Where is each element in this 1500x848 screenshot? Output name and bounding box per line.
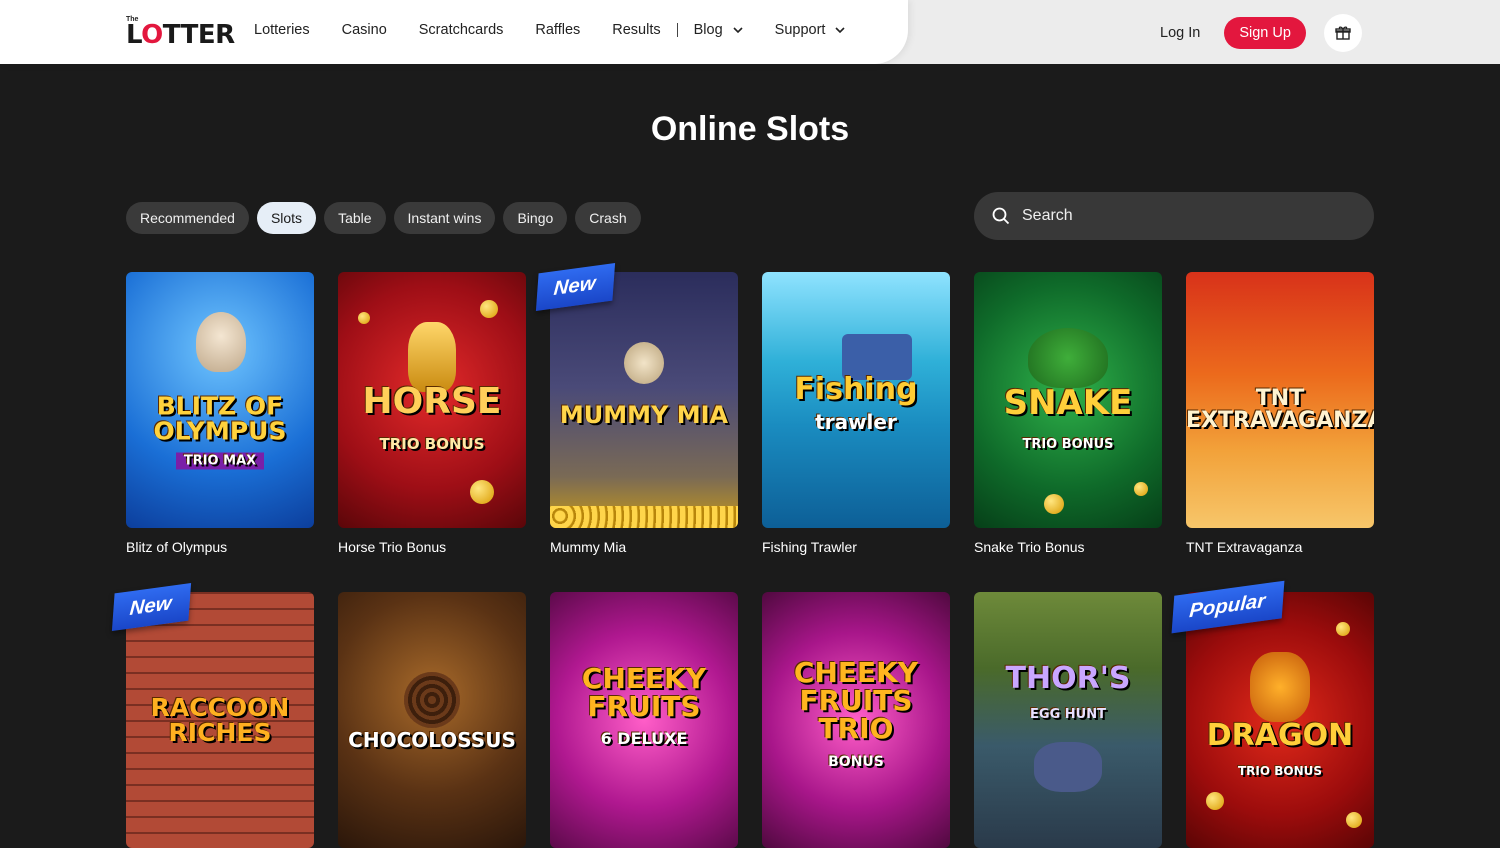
game-art-text: BLITZ OF OLYMPUS <box>153 391 287 446</box>
nav-divider <box>676 23 678 37</box>
game-card[interactable]: Fishing trawler Fishing Trawler <box>762 272 950 555</box>
game-card[interactable]: THOR'S EGG HUNT <box>974 592 1162 848</box>
filter-crash[interactable]: Crash <box>575 202 641 234</box>
game-thumbnail[interactable]: RACCOON RICHES <box>126 592 314 848</box>
gift-button[interactable] <box>1323 14 1362 52</box>
game-thumbnail[interactable]: Fishing trawler <box>762 272 950 528</box>
game-thumbnail[interactable]: CHEEKY FRUITS 6 DELUXE <box>550 592 738 848</box>
category-filters: Recommended Slots Table Instant wins Bin… <box>126 202 649 234</box>
filter-recommended[interactable]: Recommended <box>126 202 249 234</box>
page-title: Online Slots <box>650 110 850 148</box>
game-art-text: SNAKE <box>1003 383 1133 424</box>
game-art-subtitle: BONUS <box>828 753 884 770</box>
thelotter-logo[interactable]: The LOTTER <box>126 14 235 50</box>
account-actions: Log In Sign Up <box>1160 14 1362 52</box>
game-art-text: THOR'S <box>1005 661 1131 697</box>
nav-results[interactable]: Results <box>612 22 660 38</box>
game-card[interactable]: SNAKE TRIO BONUS Snake Trio Bonus <box>974 272 1162 555</box>
game-art-text: CHOCOLOSSUS <box>348 728 516 753</box>
navigation-panel: The LOTTER Lotteries Casino Scratchcards… <box>0 0 908 64</box>
game-art-subtitle: TRIO BONUS <box>1237 763 1323 778</box>
game-art-subtitle: 6 DELUXE <box>600 729 688 749</box>
game-title[interactable]: Mummy Mia <box>550 539 738 555</box>
game-thumbnail[interactable]: SNAKE TRIO BONUS <box>974 272 1162 528</box>
search-box[interactable] <box>974 192 1374 240</box>
gift-icon <box>1335 26 1351 40</box>
game-thumbnail[interactable]: TNT EXTRAVAGANZA <box>1186 272 1374 528</box>
nav-blog[interactable]: Blog <box>694 22 743 38</box>
game-card[interactable]: New RACCOON RICHES <box>111 582 314 848</box>
game-title[interactable]: Blitz of Olympus <box>126 539 314 555</box>
game-title[interactable]: Fishing Trawler <box>762 539 950 555</box>
game-card[interactable]: TNT EXTRAVAGANZA TNT Extravaganza <box>1186 272 1374 555</box>
nav-lotteries[interactable]: Lotteries <box>254 22 310 38</box>
filter-slots[interactable]: Slots <box>256 202 317 234</box>
chevron-down-icon <box>835 27 846 34</box>
game-card[interactable]: HORSE TRIO BONUS Horse Trio Bonus <box>338 272 526 555</box>
game-art-text: TNT EXTRAVAGANZA <box>1186 386 1374 434</box>
filter-bingo[interactable]: Bingo <box>503 202 568 234</box>
game-art-text: MUMMY MIA <box>559 401 729 430</box>
nav-scratchcards[interactable]: Scratchcards <box>419 22 504 38</box>
game-art-subtitle: trawler <box>815 410 897 435</box>
game-art-text: CHEEKY FRUITS <box>581 662 707 724</box>
game-art-subtitle: TRIO BONUS <box>379 435 485 454</box>
game-art-text: Fishing <box>794 372 918 408</box>
nav-support-label: Support <box>774 22 826 38</box>
game-title[interactable]: Horse Trio Bonus <box>338 539 526 555</box>
game-art-text: DRAGON <box>1206 717 1354 753</box>
game-thumbnail[interactable]: THOR'S EGG HUNT <box>974 592 1162 848</box>
nav-blog-label: Blog <box>693 22 723 38</box>
game-art-text: CHEEKY FRUITS TRIO <box>793 655 919 745</box>
top-navigation-bar: The LOTTER Lotteries Casino Scratchcards… <box>0 0 1500 64</box>
nav-raffles[interactable]: Raffles <box>535 22 580 38</box>
login-link[interactable]: Log In <box>1160 25 1200 41</box>
game-card[interactable]: CHOCOLOSSUS <box>338 592 526 848</box>
game-card[interactable]: BLITZ OF OLYMPUS TRIO MAX Blitz of Olympu… <box>126 272 314 555</box>
game-card[interactable]: CHEEKY FRUITS TRIO BONUS <box>762 592 950 848</box>
search-input[interactable] <box>1020 206 1344 226</box>
game-art-subtitle: EGG HUNT <box>1030 707 1106 723</box>
chevron-down-icon <box>733 27 743 34</box>
game-card[interactable]: CHEEKY FRUITS 6 DELUXE <box>550 592 738 848</box>
game-thumbnail[interactable]: CHOCOLOSSUS <box>338 592 526 848</box>
game-card[interactable]: Popular DRAGON TRIO BONUS <box>1171 580 1374 848</box>
game-thumbnail[interactable]: CHEEKY FRUITS TRIO BONUS <box>762 592 950 848</box>
game-title[interactable]: TNT Extravaganza <box>1186 539 1374 555</box>
filter-instant-wins[interactable]: Instant wins <box>393 202 496 234</box>
signup-button[interactable]: Sign Up <box>1224 17 1306 49</box>
game-thumbnail[interactable]: BLITZ OF OLYMPUS TRIO MAX <box>126 272 314 528</box>
game-thumbnail[interactable]: DRAGON TRIO BONUS <box>1186 592 1374 848</box>
game-art-subtitle: TRIO BONUS <box>1022 437 1114 453</box>
filter-table[interactable]: Table <box>324 202 386 234</box>
search-icon <box>992 207 1010 225</box>
game-thumbnail[interactable]: HORSE TRIO BONUS <box>338 272 526 528</box>
game-card[interactable]: New MUMMY MIA Mummy Mia <box>535 262 738 555</box>
logo-word: LOTTER <box>126 20 235 50</box>
nav-support[interactable]: Support <box>775 22 846 38</box>
game-art-subtitle: TRIO MAX <box>175 452 265 470</box>
main-nav: Lotteries Casino Scratchcards Raffles Re… <box>254 22 877 38</box>
nav-casino[interactable]: Casino <box>342 22 387 38</box>
game-art-text: HORSE <box>362 381 502 423</box>
game-art-text: RACCOON RICHES <box>150 693 290 747</box>
game-thumbnail[interactable]: MUMMY MIA <box>550 272 738 528</box>
game-title[interactable]: Snake Trio Bonus <box>974 539 1162 555</box>
